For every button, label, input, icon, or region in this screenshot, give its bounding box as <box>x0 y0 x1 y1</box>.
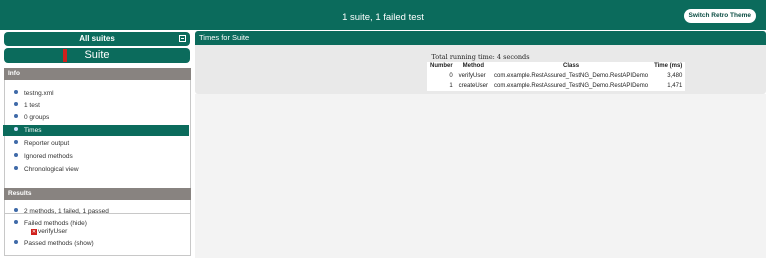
all-suites-label: All suites <box>79 34 115 43</box>
passed-methods-toggle[interactable]: Passed methods (show) <box>14 238 94 249</box>
column-header-method: Method <box>462 63 484 69</box>
info-item-groups[interactable]: 0 groups <box>14 112 49 123</box>
cell-method: verifyUser <box>458 73 486 79</box>
bullet-icon <box>14 166 18 170</box>
bullet-icon <box>14 220 18 224</box>
switch-retro-theme-button[interactable]: Switch Retro Theme <box>683 9 756 23</box>
cell-number: 0 <box>449 73 453 79</box>
results-summary: 2 methods, 1 failed, 1 passed <box>14 206 109 217</box>
table-row: 1 createUser com.example.RestAssured_Tes… <box>427 81 685 91</box>
bullet-icon <box>14 90 18 94</box>
sidebar: All suites Suite Info testng.xml 1 test … <box>2 31 191 256</box>
failed-method-link[interactable]: ✕ verifyUser <box>31 227 67 236</box>
cell-number: 1 <box>449 83 453 89</box>
total-running-time: Total running time: 4 seconds <box>431 53 530 61</box>
suite-name: Suite <box>84 49 110 61</box>
top-bar: 1 suite, 1 failed test Switch Retro Them… <box>0 0 766 30</box>
info-section-header: Info <box>4 68 191 80</box>
times-table: Number Method Class Time (ms) 0 verifyUs… <box>427 62 686 91</box>
bullet-icon <box>14 153 18 157</box>
content-background <box>195 94 766 258</box>
times-panel-title: Times for Suite <box>195 31 766 45</box>
bullet-icon <box>14 127 18 131</box>
bullet-icon <box>14 102 18 106</box>
collapse-icon[interactable] <box>179 35 186 42</box>
column-header-time: Time (ms) <box>654 63 683 69</box>
times-panel: Times for Suite Total running time: 4 se… <box>195 31 766 94</box>
table-row: 0 verifyUser com.example.RestAssured_Tes… <box>427 71 685 81</box>
bullet-icon <box>14 140 18 144</box>
info-item-testng-xml[interactable]: testng.xml <box>14 88 54 99</box>
failed-x-icon: ✕ <box>31 229 37 235</box>
suite-header[interactable]: Suite <box>4 48 190 63</box>
results-section-header: Results <box>4 188 191 200</box>
cell-class: com.example.RestAssured_TestNG_Demo.Rest… <box>494 83 649 89</box>
column-header-number: Number <box>430 63 453 69</box>
info-item-chronological-view[interactable]: Chronological view <box>14 164 79 175</box>
table-header-row: Number Method Class Time (ms) <box>427 62 685 71</box>
bullet-icon <box>14 240 18 244</box>
cell-time: 1,471 <box>667 83 683 89</box>
info-item-reporter-output[interactable]: Reporter output <box>14 138 69 149</box>
bullet-icon <box>14 114 18 118</box>
cell-class: com.example.RestAssured_TestNG_Demo.Rest… <box>494 73 649 79</box>
info-item-tests[interactable]: 1 test <box>14 100 40 111</box>
report-summary-title: 1 suite, 1 failed test <box>342 12 424 23</box>
column-header-class: Class <box>563 63 580 69</box>
all-suites-header[interactable]: All suites <box>4 32 190 46</box>
bullet-icon <box>14 208 18 212</box>
info-item-ignored-methods[interactable]: Ignored methods <box>14 151 73 162</box>
failed-status-marker <box>63 49 67 62</box>
cell-time: 3,480 <box>667 73 683 79</box>
info-item-times[interactable]: Times <box>3 125 189 136</box>
cell-method: createUser <box>458 83 489 89</box>
